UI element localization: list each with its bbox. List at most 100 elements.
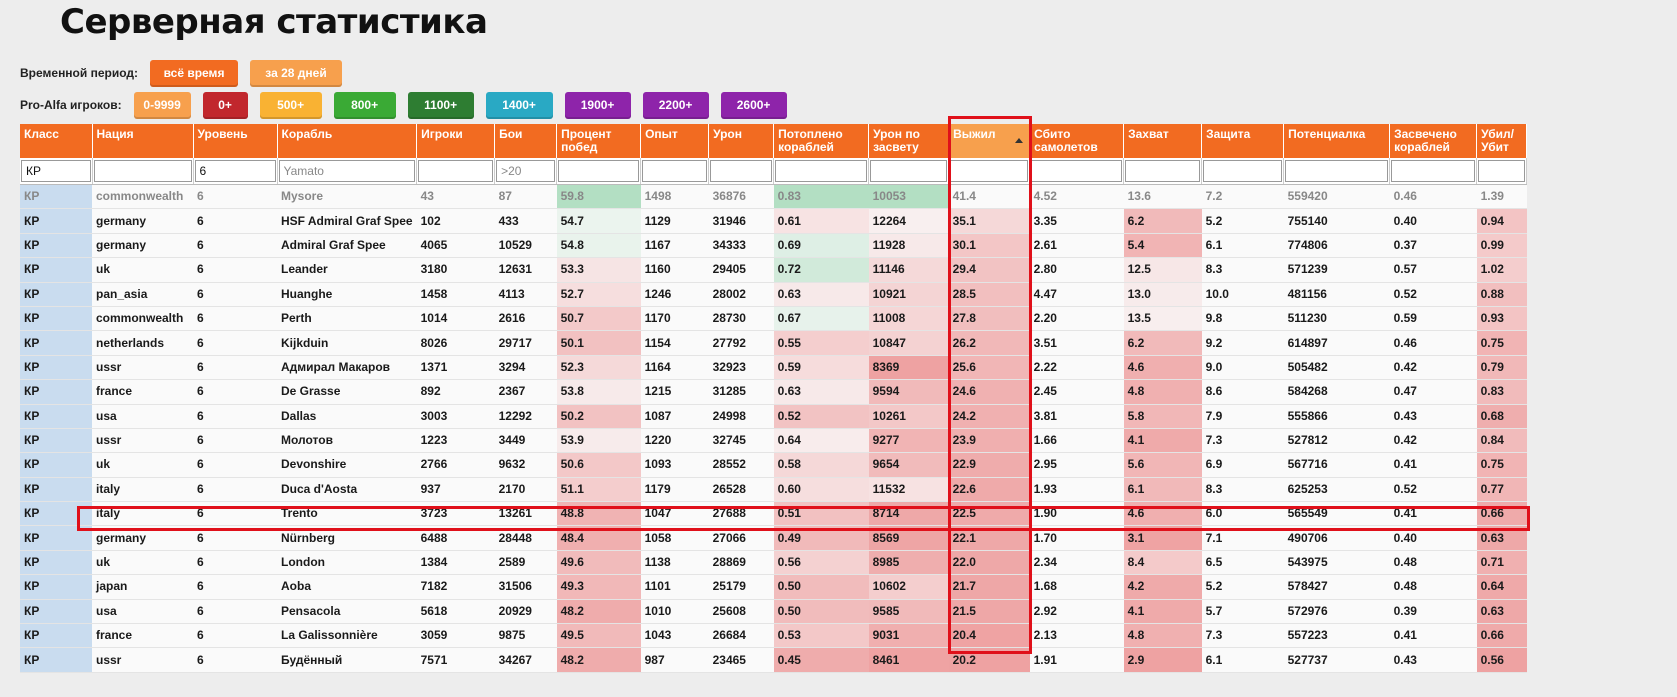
cell-survived: 22.5 xyxy=(948,501,1030,527)
cell-potential: 584268 xyxy=(1283,379,1390,405)
cell-winrate: 52.7 xyxy=(556,282,641,307)
table-row[interactable]: КР italy 6 Trento 3723 13261 48.8 1047 27688 0.51… xyxy=(20,501,1527,527)
cell-players: 1371 xyxy=(416,355,495,381)
players-button-0[interactable]: 0+ xyxy=(202,91,248,119)
filter-winrate-input[interactable] xyxy=(558,160,640,182)
cell-nation: uk xyxy=(92,452,193,478)
filter-potential-input[interactable] xyxy=(1285,160,1389,182)
table-row[interactable]: КР uk 6 London 1384 2589 49.6 1138 28869 0.56 8985… xyxy=(20,550,1527,576)
cell-exp: 1047 xyxy=(640,501,709,527)
filter-spotted-input[interactable] xyxy=(1391,160,1476,182)
cell-damage: 32745 xyxy=(708,428,774,454)
cell-exp: 1010 xyxy=(640,599,709,625)
table-row[interactable]: КР uk 6 Leander 3180 12631 53.3 1160 29405 0.72 11… xyxy=(20,257,1527,283)
cell-survived: 28.5 xyxy=(948,282,1030,307)
cell-spotting-damage: 8569 xyxy=(868,525,949,551)
table-row[interactable]: КР usa 6 Pensacola 5618 20929 48.2 1010 25608 0.5… xyxy=(20,599,1527,625)
filter-players-input[interactable] xyxy=(418,160,494,182)
filter-spotting-damage-input[interactable] xyxy=(870,160,948,182)
cell-spotted: 0.48 xyxy=(1389,574,1477,600)
col-header-frags[interactable]: Потоплено кораблей xyxy=(773,124,870,158)
col-header-potential[interactable]: Потенциалка xyxy=(1283,124,1391,158)
players-button-800[interactable]: 800+ xyxy=(333,91,396,119)
table-row[interactable]: КР pan_asia 6 Huanghe 1458 4113 52.7 1246 28002 0… xyxy=(20,282,1527,307)
col-header-spotted[interactable]: Засвечено кораблей xyxy=(1389,124,1478,158)
col-header-class[interactable]: Класс xyxy=(20,124,93,158)
table-row[interactable]: КР ussr 6 Будённый 7571 34267 48.2 987 23465 0.45… xyxy=(20,647,1527,673)
cell-battles: 10529 xyxy=(494,233,557,259)
cell-potential: 481156 xyxy=(1283,282,1390,307)
table-row[interactable]: КР usa 6 Dallas 3003 12292 50.2 1087 24998 0.52 10… xyxy=(20,404,1527,429)
cell-frags: 0.45 xyxy=(773,647,869,673)
filter-ship-input[interactable] xyxy=(278,160,416,182)
filter-frags-input[interactable] xyxy=(775,160,868,182)
col-header-battles[interactable]: Бои xyxy=(494,124,558,158)
cell-kd: 0.71 xyxy=(1476,550,1527,576)
cell-spotted: 0.41 xyxy=(1389,501,1477,527)
cell-tier: 6 xyxy=(193,452,277,478)
cell-kd: 0.75 xyxy=(1476,452,1527,478)
cell-winrate: 48.4 xyxy=(556,525,641,551)
filter-nation-input[interactable] xyxy=(93,160,192,182)
col-header-players[interactable]: Игроки xyxy=(416,124,496,158)
cell-tier: 6 xyxy=(193,233,277,259)
filter-capture-input[interactable] xyxy=(1125,160,1201,182)
period-button-all-time[interactable]: всё время xyxy=(150,59,239,87)
col-header-nation[interactable]: Нация xyxy=(92,124,194,158)
filter-battles-input[interactable] xyxy=(496,160,556,182)
col-header-exp[interactable]: Опыт xyxy=(640,124,710,158)
cell-tier: 6 xyxy=(193,477,277,503)
table-row[interactable]: КР ussr 6 Молотов 1223 3449 53.9 1220 32745 0.64 9… xyxy=(20,428,1527,454)
cell-winrate: 53.9 xyxy=(556,428,641,454)
cell-ship: Trento xyxy=(277,501,417,527)
col-header-kd[interactable]: Убил/ Убит xyxy=(1476,124,1528,158)
filter-class-input[interactable] xyxy=(21,160,91,182)
col-header-survived[interactable]: Выжил xyxy=(948,124,1031,158)
cell-planes: 4.47 xyxy=(1029,282,1124,307)
col-header-spotting-damage[interactable]: Урон по засвету xyxy=(868,124,950,158)
table-row[interactable]: КР commonwealth 6 Perth 1014 2616 50.7 1170 2873… xyxy=(20,306,1527,332)
cell-class: КР xyxy=(20,355,92,381)
table-row[interactable]: КР uk 6 Devonshire 2766 9632 50.6 1093 28552 0.58… xyxy=(20,452,1527,478)
cell-nation: uk xyxy=(92,257,193,283)
table-row[interactable]: КР italy 6 Duca d'Aosta 937 2170 51.1 1179 26528… xyxy=(20,477,1527,503)
cell-ship: Perth xyxy=(277,306,417,332)
table-row[interactable]: КР netherlands 6 Kijkduin 8026 29717 50.1 1154 2… xyxy=(20,330,1527,356)
col-header-defense[interactable]: Защита xyxy=(1201,124,1285,158)
filter-defense-input[interactable] xyxy=(1203,160,1283,182)
cell-spotted: 0.37 xyxy=(1389,233,1477,259)
filter-survived-input[interactable] xyxy=(950,160,1029,182)
filter-tier-input[interactable] xyxy=(194,160,276,182)
col-header-damage[interactable]: Урон xyxy=(708,124,775,158)
players-button-2200[interactable]: 2200+ xyxy=(642,91,709,119)
players-button-1400[interactable]: 1400+ xyxy=(485,91,553,119)
table-row[interactable]: КР france 6 De Grasse 892 2367 53.8 1215 31285 0.… xyxy=(20,379,1527,405)
table-row[interactable]: КР germany 6 Admiral Graf Spee 4065 10529 54.8… xyxy=(20,233,1527,259)
table-row[interactable]: КР japan 6 Aoba 7182 31506 49.3 1101 25179 0.50 10… xyxy=(20,574,1527,600)
col-header-planes[interactable]: Сбито самолетов xyxy=(1029,124,1125,158)
cell-frags: 0.59 xyxy=(773,355,869,381)
col-header-capture[interactable]: Захват xyxy=(1123,124,1203,158)
players-button-2600[interactable]: 2600+ xyxy=(720,91,787,119)
cell-winrate: 53.8 xyxy=(556,379,641,405)
filter-damage-input[interactable] xyxy=(710,160,773,182)
cell-spotted: 0.57 xyxy=(1389,257,1477,283)
table-row[interactable]: КР germany 6 Nürnberg 6488 28448 48.4 1058 27066… xyxy=(20,525,1527,551)
players-button-1100[interactable]: 1100+ xyxy=(407,91,474,119)
table-row[interactable]: КР commonwealth 6 Mysore 43 87 59.8 1498 36876 0.… xyxy=(20,184,1527,210)
col-header-tier[interactable]: Уровень xyxy=(193,124,278,158)
table-row[interactable]: КР germany 6 HSF Admiral Graf Spee 102 433 54.… xyxy=(20,208,1527,234)
period-button-28-days[interactable]: за 28 дней xyxy=(250,59,343,87)
col-header-ship[interactable]: Корабль xyxy=(277,124,418,158)
cell-spotting-damage: 10261 xyxy=(868,404,949,429)
players-button-1900[interactable]: 1900+ xyxy=(564,91,631,119)
filter-planes-input[interactable] xyxy=(1031,160,1123,182)
table-row[interactable]: КР ussr 6 Адмирал Макаров 1371 3294 52.3 1164 32… xyxy=(20,355,1527,381)
col-header-winrate[interactable]: Процент побед xyxy=(556,124,642,158)
table-row[interactable]: КР france 6 La Galissonnière 3059 9875 49.5 104… xyxy=(20,623,1527,649)
filter-exp-input[interactable] xyxy=(642,160,708,182)
filter-kd-input[interactable] xyxy=(1478,160,1526,182)
players-button-0-9999[interactable]: 0-9999 xyxy=(133,91,191,119)
cell-exp: 1129 xyxy=(640,208,709,234)
players-button-500[interactable]: 500+ xyxy=(259,91,322,119)
